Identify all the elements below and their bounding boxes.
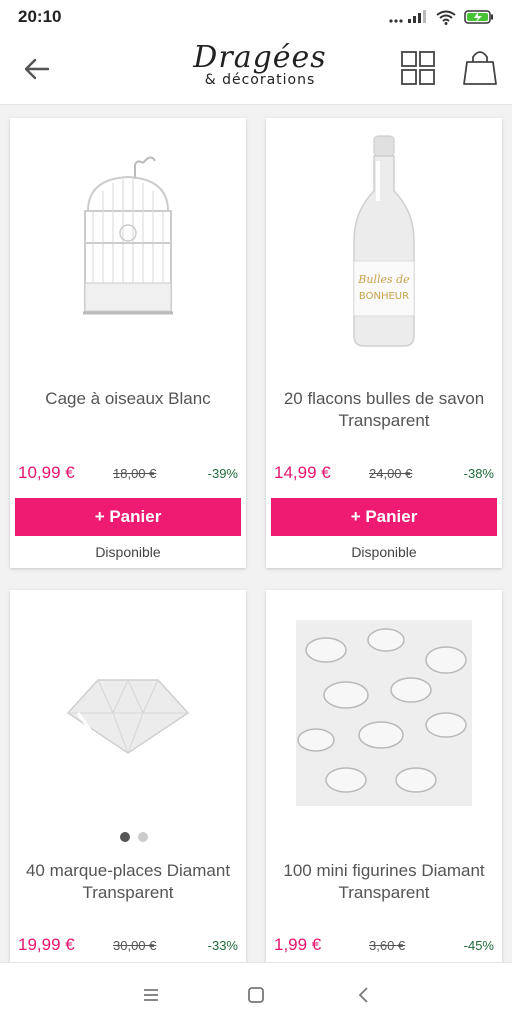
bottle-label-line2: BONHEUR — [359, 291, 409, 302]
back-icon — [358, 987, 368, 1003]
product-image[interactable] — [10, 590, 246, 835]
discount-badge: -45% — [463, 937, 494, 953]
add-to-cart-button[interactable]: + Panier — [271, 498, 497, 536]
status-time: 20:10 — [18, 7, 62, 26]
bottle-image: Bulles de BONHEUR — [353, 135, 415, 347]
grid-view-icon — [401, 51, 435, 85]
product-price: 14,99 € — [274, 463, 331, 482]
home-icon — [248, 987, 264, 1003]
carousel-dot[interactable] — [120, 832, 130, 842]
system-nav-bar — [0, 962, 512, 1025]
old-price: 18,00 € — [113, 465, 157, 481]
price-row: 10,99 € 18,00 € -39% — [18, 462, 238, 484]
bird-cage-image — [83, 156, 173, 314]
signal-icon — [389, 10, 426, 23]
grid-view-button[interactable] — [400, 50, 436, 86]
carousel-dot[interactable] — [138, 832, 148, 842]
product-title[interactable]: 100 mini figurines Diamant Transparent — [266, 860, 502, 904]
product-card[interactable]: Bulles de BONHEUR 20 flacons bulles de s… — [266, 118, 502, 568]
status-icons — [388, 10, 494, 25]
product-price: 1,99 € — [274, 935, 322, 954]
old-price: 3,60 € — [369, 937, 406, 953]
product-title[interactable]: 40 marque-places Diamant Transparent — [10, 860, 246, 904]
product-price: 10,99 € — [18, 463, 75, 482]
old-price: 24,00 € — [369, 465, 413, 481]
product-card[interactable]: 40 marque-places Diamant Transparent 19,… — [10, 590, 246, 970]
status-bar: 20:10 — [0, 0, 512, 34]
diamond-image — [66, 678, 190, 754]
availability-status: Disponible — [351, 544, 417, 560]
product-card[interactable]: Cage à oiseaux Blanc 10,99 € 18,00 € -39… — [10, 118, 246, 568]
discount-badge: -33% — [207, 937, 238, 953]
app-header: Dragées & décorations — [0, 34, 512, 105]
menu-icon — [144, 989, 158, 1001]
availability-status: Disponible — [95, 544, 161, 560]
logo-sub: & décorations — [204, 72, 316, 88]
back-button[interactable] — [20, 52, 54, 86]
back-arrow-icon — [24, 58, 50, 80]
price-row: 1,99 € 3,60 € -45% — [274, 934, 494, 956]
add-to-cart-button[interactable]: + Panier — [15, 498, 241, 536]
product-image[interactable]: Bulles de BONHEUR — [266, 118, 502, 363]
image-carousel-dots[interactable] — [120, 832, 148, 842]
mini-diamonds-image — [296, 619, 472, 806]
discount-badge: -39% — [207, 465, 238, 481]
system-back-button[interactable] — [348, 981, 378, 1009]
discount-badge: -38% — [463, 465, 494, 481]
cart-button[interactable] — [462, 48, 498, 86]
battery-icon — [464, 10, 493, 24]
old-price: 30,00 € — [113, 937, 157, 953]
product-price: 19,99 € — [18, 935, 75, 954]
product-image[interactable] — [10, 118, 246, 363]
price-row: 19,99 € 30,00 € -33% — [18, 934, 238, 956]
recent-apps-button[interactable] — [136, 981, 166, 1009]
product-title[interactable]: 20 flacons bulles de savon Transparent — [266, 388, 502, 432]
wifi-icon — [436, 10, 456, 25]
product-title[interactable]: Cage à oiseaux Blanc — [10, 388, 246, 410]
bottle-label-line1: Bulles de — [357, 273, 410, 286]
shopping-bag-icon — [463, 51, 497, 85]
product-image[interactable] — [266, 590, 502, 835]
product-card[interactable]: 100 mini figurines Diamant Transparent 1… — [266, 590, 502, 970]
home-button[interactable] — [241, 981, 271, 1009]
price-row: 14,99 € 24,00 € -38% — [274, 462, 494, 484]
brand-logo[interactable]: Dragées & décorations — [190, 40, 330, 89]
logo-main: Dragées — [193, 40, 327, 75]
